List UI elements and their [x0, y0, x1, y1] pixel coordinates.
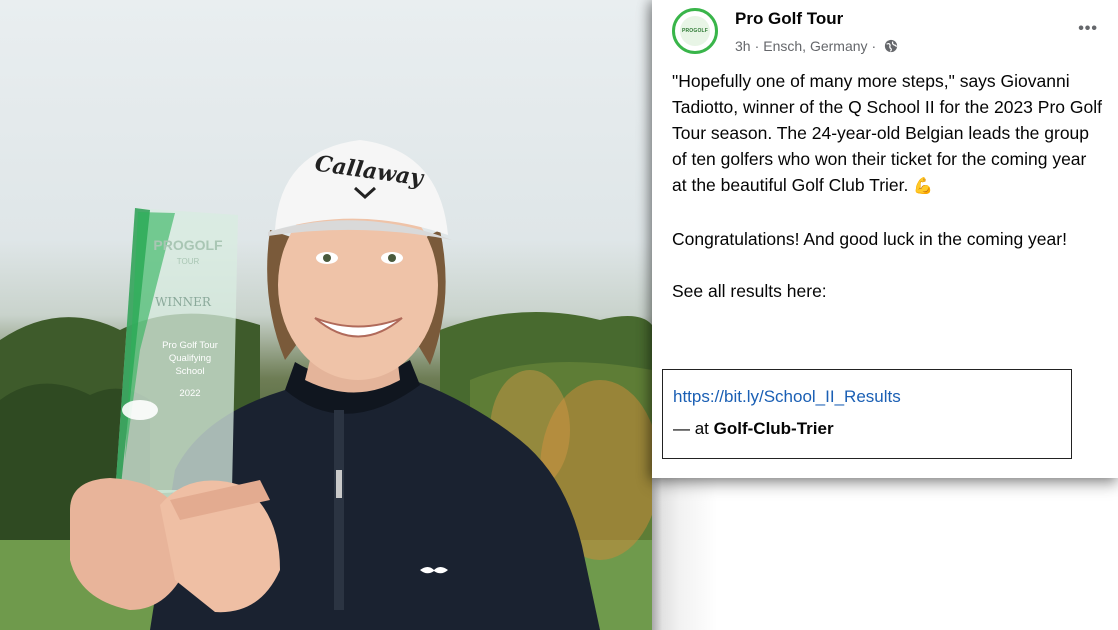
trophy-tour: TOUR [177, 257, 200, 266]
trophy-line3: School [175, 366, 204, 377]
location-tag: — at Golf-Club-Trier [673, 419, 834, 439]
progolf-logo-icon: PROGOLF [680, 16, 710, 46]
trophy-winner: WINNER [155, 295, 212, 309]
post-paragraph-3: See all results here: [672, 281, 827, 301]
trophy-line1: Pro Golf Tour [162, 340, 218, 351]
meta-separator: · [754, 38, 760, 54]
page-name-link[interactable]: Pro Golf Tour [735, 9, 843, 29]
post-body: "Hopefully one of many more steps," says… [672, 68, 1102, 304]
post-photo[interactable]: Callaway PROGOLF TOUR WINNER Pro Golf To… [0, 0, 652, 630]
meta-separator-2: · [871, 38, 877, 54]
more-options-icon[interactable]: ••• [1078, 20, 1098, 38]
paragraph-1-text: "Hopefully one of many more steps," says… [672, 71, 1102, 195]
post-meta: 3h · Ensch, Germany · [735, 38, 898, 54]
trophy-line2: Qualifying [169, 353, 211, 364]
location-tag-link[interactable]: Golf-Club-Trier [714, 419, 834, 438]
card-shadow [652, 478, 662, 630]
page-avatar[interactable]: PROGOLF [672, 8, 718, 54]
at-prefix: — at [673, 419, 709, 438]
post-time[interactable]: 3h [735, 38, 751, 54]
page-background [652, 478, 1118, 630]
photo-illustration: Callaway PROGOLF TOUR WINNER Pro Golf To… [0, 140, 652, 630]
flexed-biceps-icon: 💪 [913, 178, 934, 195]
results-link[interactable]: https://bit.ly/School_II_Results [673, 387, 901, 407]
post-location[interactable]: Ensch, Germany [763, 38, 867, 54]
avatar-logo-text: PROGOLF [681, 28, 709, 34]
post-paragraph-1: "Hopefully one of many more steps," says… [672, 68, 1102, 200]
globe-icon[interactable] [884, 39, 898, 53]
trophy-year: 2022 [179, 388, 200, 399]
trophy-brand: PROGOLF [153, 237, 223, 253]
post-card: PROGOLF Pro Golf Tour 3h · Ensch, German… [652, 0, 1118, 478]
link-highlight-box: https://bit.ly/School_II_Results — at Go… [662, 369, 1072, 459]
post-paragraph-2: Congratulations! And good luck in the co… [672, 229, 1067, 249]
